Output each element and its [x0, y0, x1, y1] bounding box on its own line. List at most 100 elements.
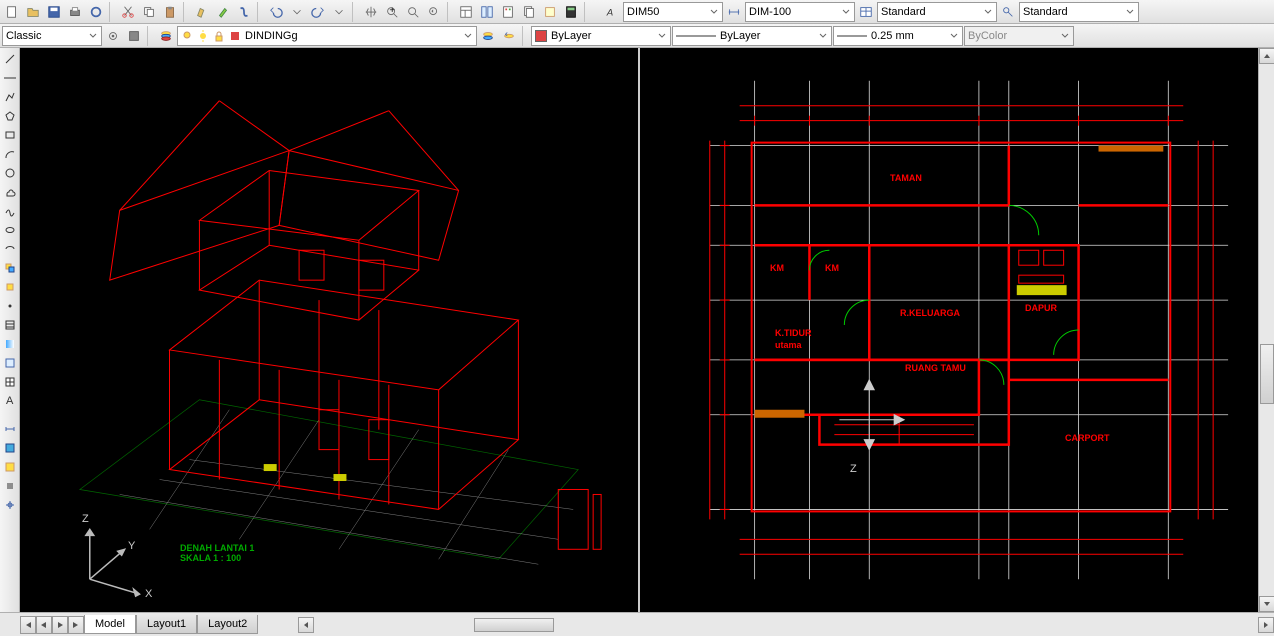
dim-style-dropdown[interactable]: DIM50 [623, 2, 723, 22]
line-icon[interactable] [1, 50, 19, 68]
scroll-down-icon[interactable] [1259, 596, 1274, 612]
match-props-icon[interactable] [192, 2, 212, 22]
chevron-down-icon [463, 31, 473, 41]
dropdown-arrow-icon[interactable] [329, 2, 349, 22]
hatch-icon[interactable] [1, 316, 19, 334]
region-mass-icon[interactable] [1, 458, 19, 476]
zoom-realtime-icon[interactable]: + [382, 2, 402, 22]
tab-layout1[interactable]: Layout1 [136, 615, 197, 634]
room-ruangtamu: RUANG TAMU [905, 363, 966, 373]
circle-icon[interactable] [1, 164, 19, 182]
tab-model[interactable]: Model [84, 615, 136, 634]
properties-icon[interactable] [456, 2, 476, 22]
list-icon[interactable] [1, 477, 19, 495]
new-icon[interactable] [2, 2, 22, 22]
dim-style2-dropdown[interactable]: DIM-100 [745, 2, 855, 22]
svg-text:A: A [606, 7, 613, 18]
svg-text:+: + [389, 5, 395, 16]
insert-block-icon[interactable] [1, 259, 19, 277]
ellipse-arc-icon[interactable] [1, 240, 19, 258]
room-taman: TAMAN [890, 173, 922, 183]
layer-dropdown[interactable]: DINDINGg [177, 26, 477, 46]
color-dropdown[interactable]: ByLayer [531, 26, 671, 46]
locate-point-icon[interactable] [1, 496, 19, 514]
viewport-plan[interactable]: TAMAN KM KM R.KELUARGA DAPUR K.TIDUR uta… [638, 48, 1258, 612]
polygon-icon[interactable] [1, 107, 19, 125]
undo-icon[interactable] [266, 2, 286, 22]
lineweight-preview-icon [837, 32, 867, 40]
tool-palettes-icon[interactable] [498, 2, 518, 22]
scroll-left-icon[interactable] [298, 617, 314, 633]
color-value: ByLayer [551, 30, 653, 42]
table-icon[interactable] [1, 373, 19, 391]
save-icon[interactable] [44, 2, 64, 22]
markup-icon[interactable] [540, 2, 560, 22]
scroll-thumb[interactable] [1260, 344, 1274, 404]
tab-first-icon[interactable] [20, 616, 36, 634]
table-style-dropdown[interactable]: Standard [877, 2, 997, 22]
tab-last-icon[interactable] [68, 616, 84, 634]
zoom-previous-icon[interactable] [424, 2, 444, 22]
print-icon[interactable] [65, 2, 85, 22]
hscroll-thumb[interactable] [474, 618, 554, 632]
pan-icon[interactable] [361, 2, 381, 22]
layer-previous-icon[interactable] [499, 26, 519, 46]
viewport-3d[interactable]: DENAH LANTAI 1 SKALA 1 : 100 X Y Z [20, 48, 638, 612]
spline-icon[interactable] [1, 202, 19, 220]
copy-icon[interactable] [139, 2, 159, 22]
workspace-save-icon[interactable] [124, 26, 144, 46]
zoom-window-icon[interactable] [403, 2, 423, 22]
linetype-value: ByLayer [720, 30, 814, 42]
area-icon[interactable] [1, 439, 19, 457]
paste-icon[interactable] [160, 2, 180, 22]
multileader-style-icon[interactable] [998, 2, 1018, 22]
table-style-icon[interactable] [856, 2, 876, 22]
region-icon[interactable] [1, 354, 19, 372]
lineweight-value: 0.25 mm [871, 30, 945, 42]
design-center-icon[interactable] [477, 2, 497, 22]
quickcalc-icon[interactable] [561, 2, 581, 22]
tab-prev-icon[interactable] [36, 616, 52, 634]
construction-line-icon[interactable] [1, 69, 19, 87]
gradient-icon[interactable] [1, 335, 19, 353]
redo-icon[interactable] [308, 2, 328, 22]
distance-icon[interactable] [1, 420, 19, 438]
text-style-icon[interactable]: A [602, 2, 622, 22]
point-icon[interactable] [1, 297, 19, 315]
axis-y-label: Y [128, 540, 135, 552]
text-style-dropdown[interactable]: Standard [1019, 2, 1139, 22]
lineweight-dropdown[interactable]: 0.25 mm [833, 26, 963, 46]
tab-layout2[interactable]: Layout2 [197, 615, 258, 634]
make-block-icon[interactable] [1, 278, 19, 296]
arc-icon[interactable] [1, 145, 19, 163]
color-swatch-icon [535, 30, 547, 42]
layer-states-icon[interactable] [478, 26, 498, 46]
plotstyle-dropdown[interactable]: ByColor [964, 26, 1074, 46]
open-icon[interactable] [23, 2, 43, 22]
chevron-down-icon [1060, 31, 1070, 41]
script-icon[interactable] [234, 2, 254, 22]
workspace-value: Classic [6, 30, 84, 42]
ellipse-icon[interactable] [1, 221, 19, 239]
horizontal-scrollbar[interactable] [298, 617, 1274, 633]
scroll-right-icon[interactable] [1258, 617, 1274, 633]
dim-style-icon[interactable] [724, 2, 744, 22]
scroll-up-icon[interactable] [1259, 48, 1274, 64]
rectangle-icon[interactable] [1, 126, 19, 144]
sheet-set-icon[interactable] [519, 2, 539, 22]
dropdown-arrow-icon[interactable] [287, 2, 307, 22]
brush-icon[interactable] [213, 2, 233, 22]
toolbar-properties: Classic DINDINGg ByLayer ByLayer 0.25 mm… [0, 24, 1274, 48]
drawing-title-1: DENAH LANTAI 1 [180, 543, 254, 553]
polyline-icon[interactable] [1, 88, 19, 106]
layer-manager-icon[interactable] [156, 26, 176, 46]
vertical-scrollbar[interactable] [1258, 48, 1274, 612]
plot-preview-icon[interactable] [86, 2, 106, 22]
mtext-icon[interactable]: A [1, 392, 19, 410]
tab-next-icon[interactable] [52, 616, 68, 634]
revcloud-icon[interactable] [1, 183, 19, 201]
workspace-dropdown[interactable]: Classic [2, 26, 102, 46]
workspace-settings-icon[interactable] [103, 26, 123, 46]
cut-icon[interactable] [118, 2, 138, 22]
linetype-dropdown[interactable]: ByLayer [672, 26, 832, 46]
